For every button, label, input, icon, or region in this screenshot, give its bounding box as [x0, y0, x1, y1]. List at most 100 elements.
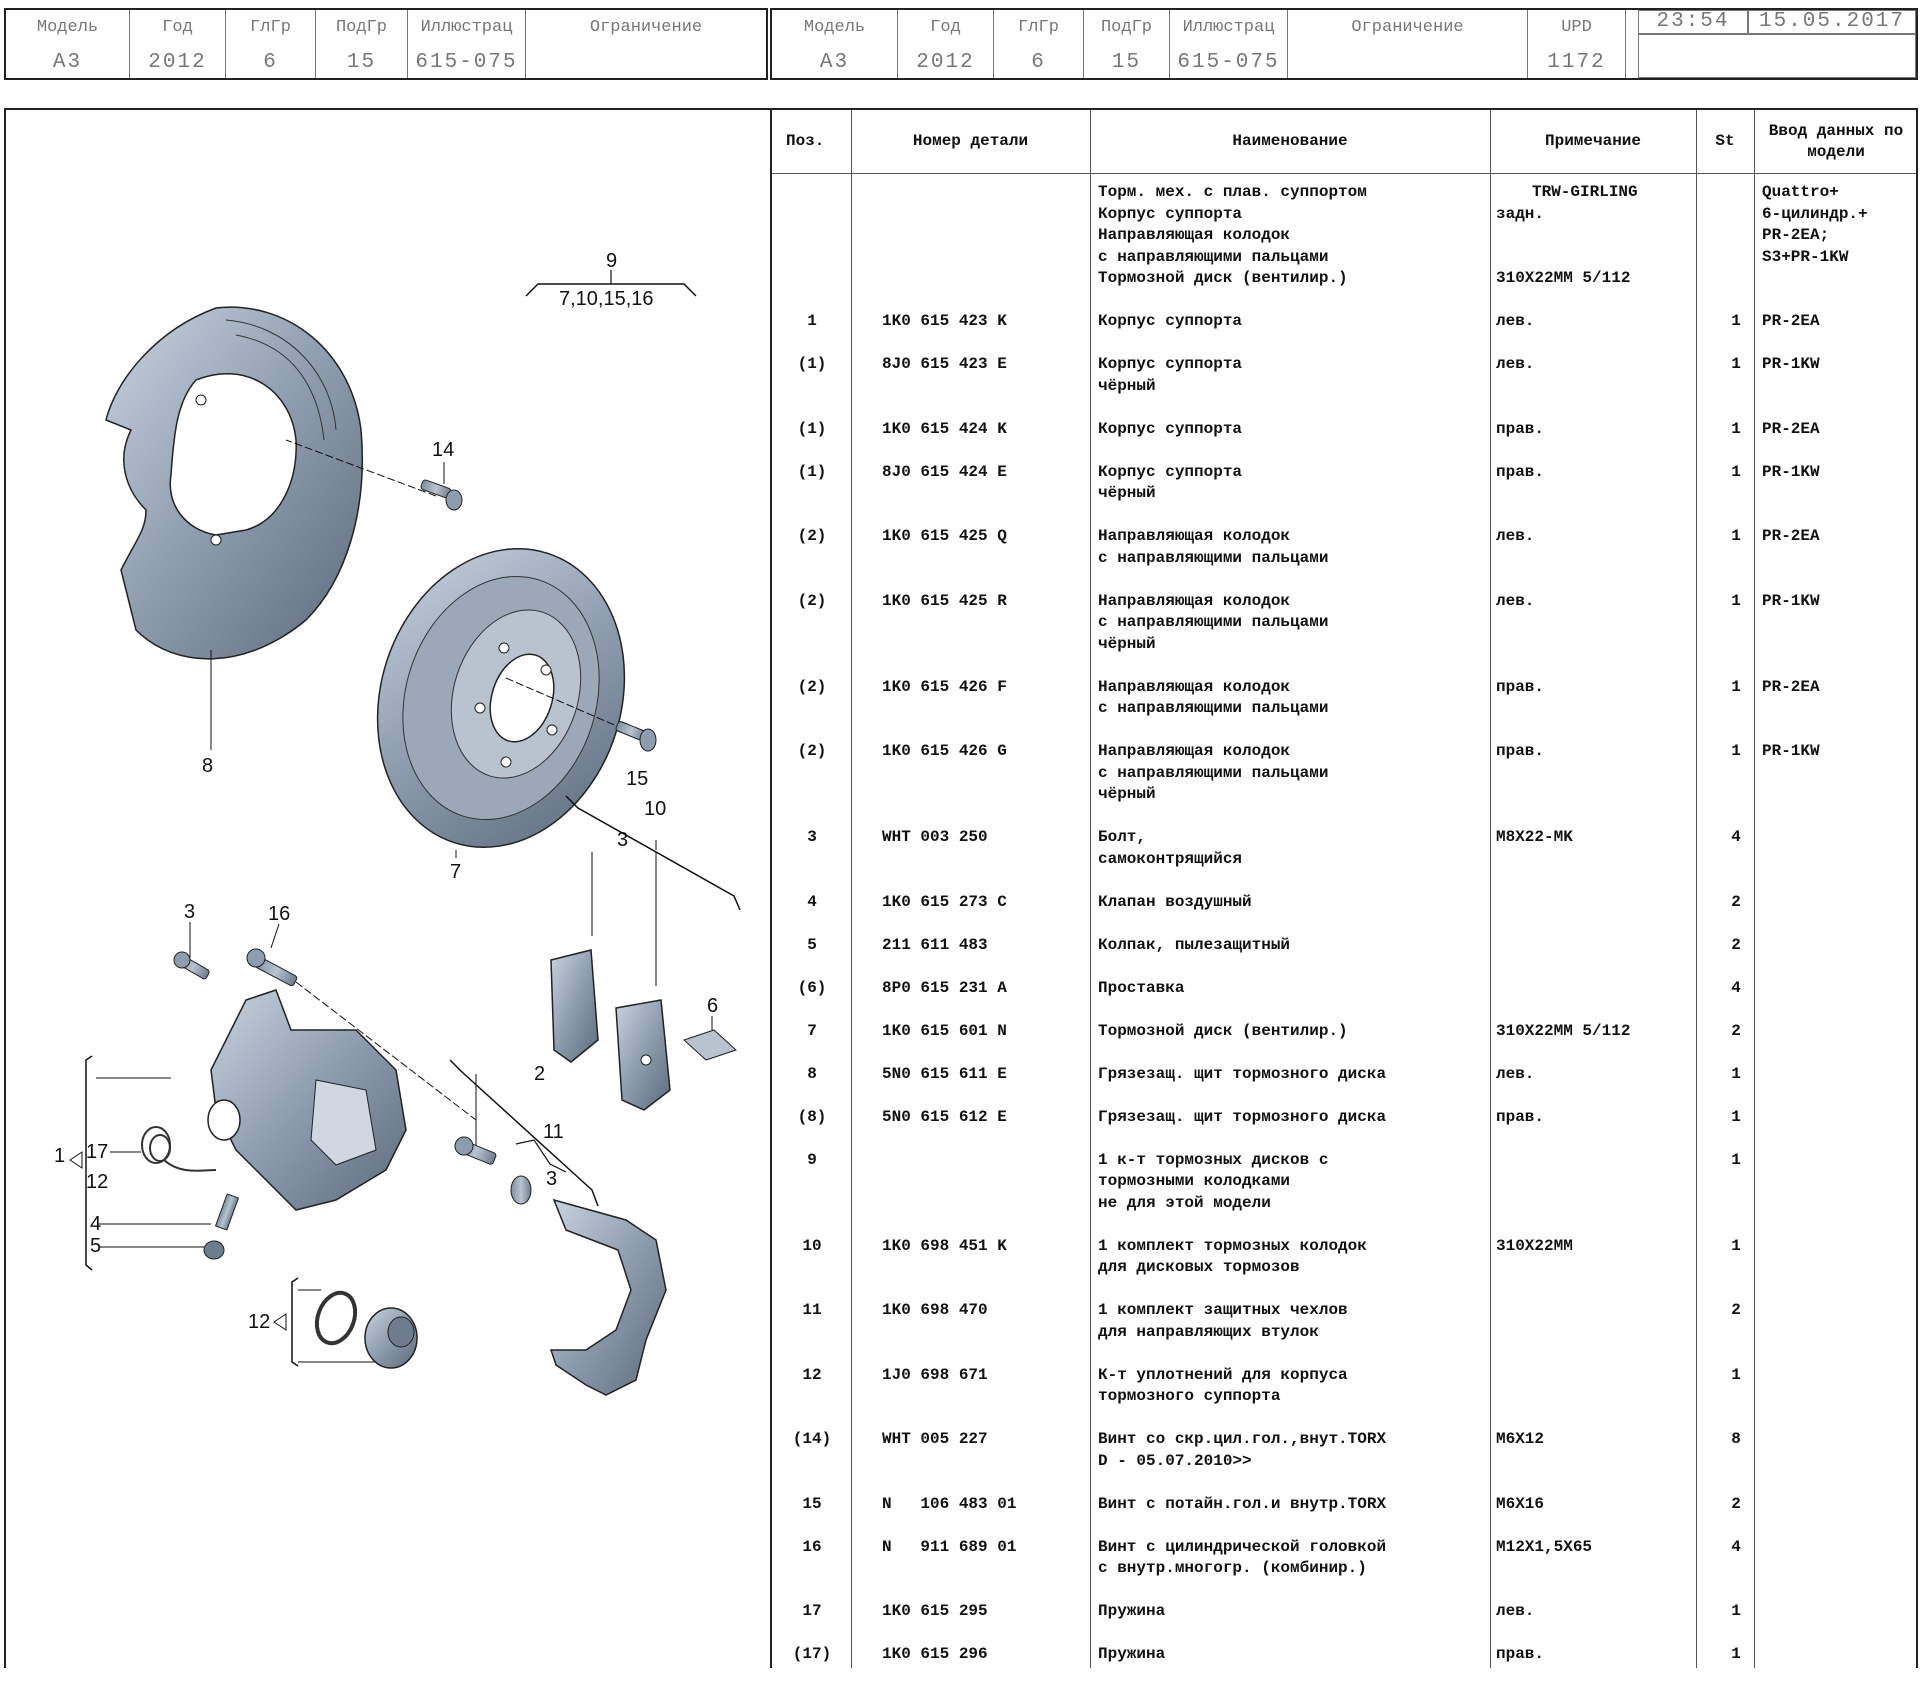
dust-shield [105, 306, 364, 660]
cell-name: Направляющая колодок с направляющими паль… [1098, 591, 1328, 656]
note-line: задн. [1496, 204, 1545, 223]
header-label: ПодГр [335, 18, 387, 37]
data-line: S3+PR-1KW [1762, 247, 1849, 266]
table-row[interactable]: 5 211 611 483 Колпак, пылезащитный 2 [772, 935, 1916, 978]
table-row[interactable]: 15 N 106 483 01 Винт с потайн.гол.и внутр.… [772, 1494, 1916, 1537]
callout-9: 9 [606, 250, 617, 272]
table-row[interactable]: (6) 8P0 615 231 A Проставка 4 [772, 978, 1916, 1021]
table-row[interactable]: (2) 1K0 615 425 Q Направляющая колодок с на… [772, 526, 1916, 591]
bolt-16 [246, 948, 298, 987]
header-illustration: Иллюстрац 615-075 [1170, 10, 1288, 78]
name-line: с направляющими пальцами [1098, 548, 1329, 567]
cell-model-data: PR-2EA [1762, 312, 1820, 330]
header-value: 615-075 [415, 51, 518, 74]
header-label: ГлГр [1018, 18, 1059, 37]
header-label: Иллюстрац [1182, 18, 1275, 37]
table-row[interactable]: (2) 1K0 615 426 G Направляющая колодок с на… [772, 741, 1916, 827]
table-row[interactable]: 7 1K0 615 601 N Тормозной диск (вентилир.)… [772, 1021, 1916, 1064]
cell-st: 4 [1731, 978, 1741, 997]
cell-part-number: 1K0 615 425 Q [882, 527, 1007, 545]
callout-3-carrier: 3 [546, 1168, 557, 1190]
cell-note: прав. [1496, 1107, 1545, 1126]
cell-name: 1 комплект тормозных колодок для дисковых… [1098, 1236, 1367, 1279]
cell-part-number: 1K0 698 451 K [882, 1236, 1007, 1255]
cell-st: 1 [1731, 1107, 1741, 1126]
header-label: Модель [36, 18, 99, 37]
table-row[interactable]: (17) 1K0 615 296 Пружина прав. 1 [772, 1644, 1916, 1687]
table-row[interactable]: (1) 8J0 615 423 E Корпус суппорта чёрный лев… [772, 354, 1916, 419]
seal-ring [314, 1290, 358, 1346]
cell-note: M6X12 [1496, 1430, 1545, 1448]
table-row[interactable]: 12 1J0 698 671 К-т уплотнений для корпуса т… [772, 1365, 1916, 1430]
name-line: не для этой модели [1098, 1193, 1271, 1212]
intro-note: TRW-GIRLING задн. 310X22MM 5/112 [1496, 182, 1638, 290]
table-row[interactable]: (2) 1K0 615 426 F Направляющая колодок с на… [772, 677, 1916, 742]
header-label: Иллюстрац [420, 18, 513, 37]
header-label: Ограничение [1351, 18, 1464, 37]
header-time: 23:54 [1638, 10, 1748, 34]
table-row[interactable]: 1 1K0 615 423 K Корпус суппорта лев. 1 PR-2EA [772, 311, 1916, 354]
cell-note: лев. [1496, 1602, 1535, 1620]
table-row[interactable]: 11 1K0 698 470 1 комплект защитных чехлов д… [772, 1300, 1916, 1365]
caliper-carrier [549, 1198, 667, 1396]
name-line: чёрный [1098, 785, 1156, 803]
name-line: чёрный [1098, 376, 1156, 395]
callout-3-bolt: 3 [184, 901, 195, 923]
data-line: Quattro+ [1762, 183, 1839, 201]
callout-14: 14 [432, 439, 454, 461]
table-row[interactable]: (2) 1K0 615 425 R Направляющая колодок с на… [772, 591, 1916, 677]
header-model: Модель A3 [6, 10, 130, 78]
cell-name: Грязезащ. щит тормозного диска [1098, 1064, 1386, 1086]
cell-pos: (2) [797, 742, 827, 760]
header-date: 15.05.2017 [1748, 10, 1916, 34]
cell-st: 1 [1731, 1602, 1741, 1620]
table-row[interactable]: (1) 8J0 615 424 E Корпус суппорта чёрный пра… [772, 462, 1916, 527]
table-row[interactable]: 3 WHT 003 250 Болт, самоконтрящийся M8X22-MK… [772, 827, 1916, 892]
callout-12-seal: 12 [86, 1171, 108, 1193]
table-row[interactable]: (8) 5N0 615 612 E Грязезащ. щит тормозного… [772, 1107, 1916, 1150]
table-row[interactable]: (1) 1K0 615 424 K Корпус суппорта прав. 1 PR-… [772, 419, 1916, 462]
table-row-intro: Торм. мех. с плав. суппортом Корпус суппо… [772, 182, 1916, 311]
cell-pos: 7 [807, 1021, 817, 1040]
name-line: с направляющими пальцами [1098, 763, 1329, 782]
cell-st: 8 [1731, 1430, 1741, 1448]
header-label: UPD [1561, 18, 1592, 37]
table-row[interactable]: 16 N 911 689 01 Винт с цилиндрической голо… [772, 1537, 1916, 1602]
intro-name: Торм. мех. с плав. суппортом Корпус суппо… [1098, 182, 1367, 290]
cell-note: прав. [1496, 462, 1545, 481]
callout-7: 7 [450, 861, 461, 883]
cell-part-number: 1K0 615 426 F [882, 677, 1007, 696]
cell-st: 2 [1731, 1494, 1741, 1513]
table-row[interactable]: (14) WHT 005 227 Винт со скр.цил.гол.,внут… [772, 1429, 1916, 1494]
cell-st: 1 [1731, 742, 1741, 760]
cell-pos: (1) [797, 419, 827, 438]
callout-4: 4 [90, 1213, 101, 1235]
header-main-group: ГлГр 6 [994, 10, 1084, 78]
header-model: Модель A3 [772, 10, 898, 78]
name-line: чёрный [1098, 484, 1156, 502]
header-right: Модель A3 Год 2012 ГлГр 6 ПодГр 15 Иллюс… [770, 8, 1918, 80]
cell-name: 1 к-т тормозных дисков с тормозными колод… [1098, 1150, 1328, 1215]
header-year: Год 2012 [130, 10, 226, 78]
cell-part-number: 1K0 615 601 N [882, 1021, 1007, 1040]
table-row[interactable]: 4 1K0 615 273 C Клапан воздушный 2 [772, 892, 1916, 935]
table-row[interactable]: 8 5N0 615 611 E Грязезащ. щит тормозного д… [772, 1064, 1916, 1107]
table-row[interactable]: 17 1K0 615 295 Пружина лев. 1 [772, 1601, 1916, 1644]
header-value: 2012 [148, 51, 207, 74]
cell-st: 1 [1731, 419, 1741, 438]
cell-st: 2 [1731, 1021, 1741, 1040]
cell-pos: 10 [802, 1236, 822, 1255]
table-row[interactable]: 10 1K0 698 451 K 1 комплект тормозных коло… [772, 1236, 1916, 1301]
cell-name: Винт со скр.цил.гол.,внут.TORX D - 05.07.… [1098, 1429, 1386, 1472]
cell-name: Корпус суппорта чёрный [1098, 354, 1242, 397]
cell-st: 1 [1731, 312, 1741, 330]
cell-pos: 9 [807, 1150, 817, 1169]
callout-11: 11 [543, 1121, 564, 1143]
cell-pos: 11 [802, 1301, 822, 1319]
screw-15 [615, 721, 657, 752]
cell-st: 4 [1731, 828, 1741, 846]
table-row[interactable]: 9 1 к-т тормозных дисков с тормозными коло… [772, 1150, 1916, 1236]
name-line: Грязезащ. щит тормозного диска [1098, 1107, 1387, 1126]
header-value: 615-075 [1177, 51, 1280, 74]
cell-name: Колпак, пылезащитный [1098, 935, 1290, 957]
